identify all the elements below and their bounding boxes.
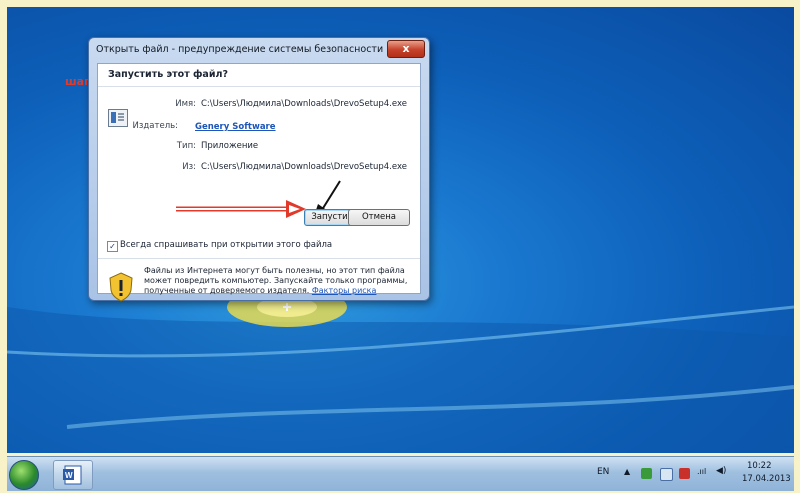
name-value: C:\Users\Людмила\Downloads\DrevoSetup4.e… xyxy=(201,99,407,109)
clock-date[interactable]: 17.04.2013 xyxy=(742,474,791,484)
dialog-body: Запустить этот файл? Имя: C:\Users\Людми… xyxy=(97,63,421,302)
chrome-icon[interactable] xyxy=(9,460,39,490)
risk-factors-link[interactable]: Факторы риска xyxy=(312,286,377,295)
cancel-button[interactable]: Отмена xyxy=(348,209,410,226)
type-label: Тип: xyxy=(176,141,196,151)
volume-icon[interactable]: ◀) xyxy=(716,466,726,476)
warning-message: Файлы из Интернета могут быть полезны, н… xyxy=(144,266,412,296)
from-value: C:\Users\Людмила\Downloads\DrevoSetup4.e… xyxy=(201,162,407,172)
taskbar: W EN ▲ .ııl ◀) 10:22 17.04.2013 xyxy=(7,456,794,491)
security-warning-dialog: Открыть файл - предупреждение системы бе… xyxy=(88,37,430,302)
word-icon: W xyxy=(63,465,82,485)
divider xyxy=(98,258,420,259)
type-value: Приложение xyxy=(201,141,259,151)
always-ask-label: Всегда спрашивать при открытии этого фай… xyxy=(120,240,333,250)
publisher-link[interactable]: Genery Software xyxy=(195,122,276,132)
windows-desktop: шаг 3 Открыть файл - предупреждение сист… xyxy=(7,7,794,453)
dialog-title: Открыть файл - предупреждение системы бе… xyxy=(96,44,384,55)
clock-time[interactable]: 10:22 xyxy=(747,461,772,471)
shield-warning-icon xyxy=(109,272,133,302)
from-label: Из: xyxy=(182,162,196,172)
always-ask-checkbox[interactable]: ✓ xyxy=(107,241,118,252)
slide-background: шаг 3 Открыть файл - предупреждение сист… xyxy=(0,0,800,491)
network-signal-icon[interactable]: .ııl xyxy=(697,467,706,476)
show-hidden-icons[interactable]: ▲ xyxy=(624,467,630,476)
run-file-question: Запустить этот файл? xyxy=(108,69,228,80)
taskbar-word-button[interactable]: W xyxy=(53,460,93,490)
divider xyxy=(98,86,420,87)
device-tray-icon[interactable] xyxy=(679,468,690,479)
language-indicator[interactable]: EN xyxy=(597,467,609,477)
security-tray-icon[interactable] xyxy=(641,468,652,479)
publisher-label: Издатель: xyxy=(132,121,178,131)
svg-text:W: W xyxy=(65,471,73,480)
close-button[interactable]: x xyxy=(387,40,425,58)
action-center-icon[interactable] xyxy=(660,468,673,481)
name-label: Имя: xyxy=(175,99,196,109)
